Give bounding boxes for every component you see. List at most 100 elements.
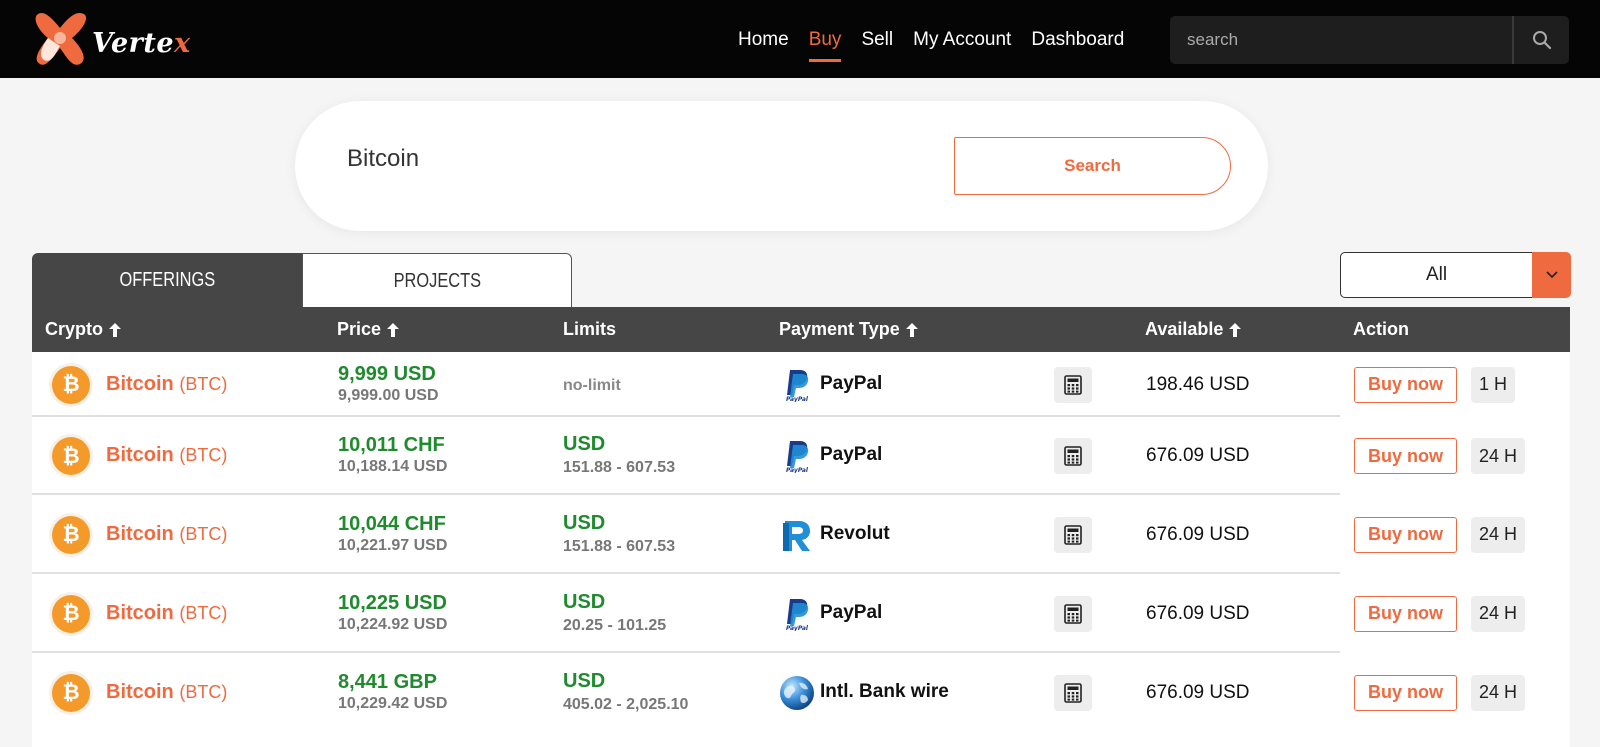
payment-type-name: Revolut — [820, 522, 890, 544]
table-row: ₿ Bitcoin (BTC) 10,225 USD 10,224.92 USD… — [32, 574, 1570, 653]
sort-arrow-up-icon — [109, 322, 121, 337]
offer-price: 10,044 CHF — [338, 512, 446, 535]
crypto-symbol: (BTC) — [179, 445, 228, 465]
available-amount: 676.09 USD — [1146, 681, 1250, 703]
calculator-button[interactable] — [1054, 516, 1092, 553]
nav-dashboard[interactable]: Dashboard — [1021, 28, 1134, 58]
crypto-name[interactable]: Bitcoin (BTC) — [106, 373, 227, 396]
bitcoin-icon: ₿ — [52, 365, 90, 404]
crypto-coin-label: Bitcoin — [106, 680, 174, 703]
available-amount: 198.46 USD — [1146, 373, 1250, 395]
calculator-icon — [1064, 446, 1082, 466]
nav-home[interactable]: Home — [728, 28, 799, 58]
bitcoin-icon: ₿ — [52, 673, 90, 712]
tab-projects-label: PROJECTS — [393, 269, 481, 292]
paypal-icon: PayPal — [779, 367, 815, 403]
offer-price-usd: 10,188.14 USD — [338, 458, 448, 475]
limit-range: 151.88 - 607.53 — [563, 537, 676, 555]
column-crypto-label: Crypto — [45, 319, 103, 339]
sort-arrow-up-icon — [1229, 322, 1242, 337]
offer-price-usd: 10,221.97 USD — [338, 536, 448, 554]
sort-arrow-up-icon — [387, 322, 400, 337]
header-search-button[interactable] — [1514, 16, 1569, 64]
limit-currency: USD — [563, 433, 606, 455]
crypto-name[interactable]: Bitcoin (BTC) — [106, 602, 227, 625]
calculator-button[interactable] — [1054, 438, 1092, 474]
limit-range: 405.02 - 2,025.10 — [563, 695, 689, 713]
header-search — [1170, 16, 1569, 64]
column-payment-type[interactable]: Payment Type — [779, 307, 919, 352]
buy-now-button[interactable]: Buy now — [1354, 438, 1457, 474]
crypto-search-input[interactable] — [347, 145, 907, 173]
calculator-icon — [1064, 524, 1082, 545]
crypto-name[interactable]: Bitcoin (BTC) — [106, 523, 227, 546]
svg-text:PayPal: PayPal — [786, 396, 809, 402]
buy-now-button[interactable]: Buy now — [1354, 516, 1457, 553]
buy-now-button[interactable]: Buy now — [1354, 674, 1457, 711]
limit-currency: USD — [563, 669, 606, 692]
limit-range: 20.25 - 101.25 — [563, 616, 667, 634]
tab-offerings[interactable]: OFFERINGS — [32, 253, 302, 308]
filter-selected-value[interactable]: All — [1340, 252, 1533, 298]
header-search-input[interactable] — [1170, 16, 1512, 64]
calculator-icon — [1064, 603, 1082, 624]
available-amount: 676.09 USD — [1146, 602, 1250, 624]
bitcoin-icon: ₿ — [52, 437, 90, 475]
offer-price-usd: 10,224.92 USD — [338, 615, 448, 633]
crypto-symbol: (BTC) — [179, 602, 228, 623]
column-price-label: Price — [337, 319, 382, 339]
calculator-button[interactable] — [1054, 674, 1092, 711]
crypto-symbol: (BTC) — [179, 681, 228, 702]
column-limits-label: Limits — [563, 319, 617, 339]
crypto-coin-label: Bitcoin — [106, 444, 174, 466]
offers-table-header: Crypto Price Limits Payment Type Availab… — [32, 307, 1570, 352]
column-price[interactable]: Price — [337, 307, 400, 352]
offer-filter-select[interactable]: All — [1340, 252, 1571, 298]
crypto-search-button[interactable]: Search — [954, 137, 1231, 195]
svg-text:PayPal: PayPal — [786, 467, 809, 473]
buy-now-button[interactable]: Buy now — [1354, 595, 1457, 632]
column-available[interactable]: Available — [1145, 307, 1242, 352]
table-row: ₿ Bitcoin (BTC) 10,044 CHF 10,221.97 USD… — [32, 495, 1570, 574]
chevron-down-icon — [1545, 271, 1558, 279]
limit-range: 151.88 - 607.53 — [563, 459, 676, 476]
column-action-label: Action — [1353, 319, 1409, 339]
offer-price: 9,999 USD — [338, 362, 436, 385]
globe-icon — [779, 675, 815, 711]
time-window-badge: 24 H — [1471, 516, 1526, 553]
crypto-search-box: Search — [295, 101, 1268, 231]
crypto-coin-label: Bitcoin — [106, 601, 174, 624]
brand-logo[interactable]: Vertex — [30, 8, 200, 70]
column-crypto[interactable]: Crypto — [45, 307, 122, 352]
calculator-button[interactable] — [1054, 595, 1092, 632]
crypto-name[interactable]: Bitcoin (BTC) — [106, 444, 227, 467]
column-action: Action — [1353, 307, 1409, 352]
filter-dropdown-toggle[interactable] — [1532, 252, 1571, 298]
search-icon — [1532, 31, 1551, 50]
crypto-symbol: (BTC) — [179, 373, 228, 394]
bitcoin-icon: ₿ — [52, 594, 90, 633]
time-window-badge: 24 H — [1471, 674, 1526, 711]
offers-table-body: ₿ Bitcoin (BTC) 9,999 USD 9,999.00 USD n… — [32, 352, 1570, 747]
nav-buy[interactable]: Buy — [799, 28, 852, 62]
nav-sell[interactable]: Sell — [851, 28, 903, 58]
time-window-badge: 24 H — [1471, 595, 1526, 632]
crypto-symbol: (BTC) — [179, 523, 228, 544]
tab-projects[interactable]: PROJECTS — [302, 253, 572, 308]
offer-price-usd: 9,999.00 USD — [338, 386, 439, 404]
bitcoin-icon: ₿ — [52, 515, 90, 554]
svg-text:PayPal: PayPal — [786, 625, 809, 631]
calculator-button[interactable] — [1054, 366, 1092, 403]
buy-now-button[interactable]: Buy now — [1354, 366, 1457, 403]
revolut-icon — [779, 516, 815, 553]
paypal-icon: PayPal — [779, 596, 815, 632]
paypal-icon: PayPal — [779, 438, 815, 474]
tab-offerings-label: OFFERINGS — [119, 269, 215, 291]
offer-price: 10,011 CHF — [338, 434, 445, 456]
sort-arrow-up-icon — [905, 322, 918, 337]
crypto-coin-label: Bitcoin — [106, 372, 174, 395]
nav-my-account[interactable]: My Account — [903, 28, 1021, 58]
limit-range: no-limit — [563, 376, 621, 394]
available-amount: 676.09 USD — [1146, 523, 1250, 545]
crypto-name[interactable]: Bitcoin (BTC) — [106, 681, 227, 704]
